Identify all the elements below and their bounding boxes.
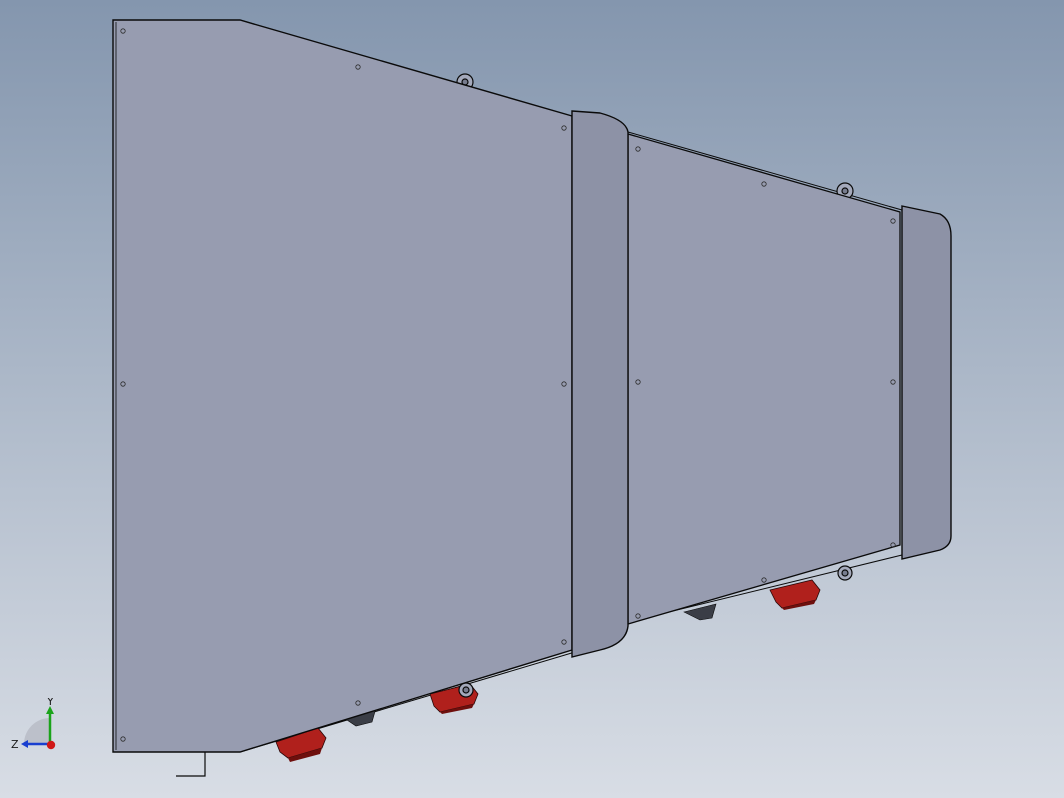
triad-z-label: Z	[11, 738, 19, 751]
hood-panel-small[interactable]	[627, 133, 901, 625]
lifting-lug-bottom-left	[458, 682, 474, 698]
model-view[interactable]	[0, 0, 1064, 798]
orientation-triad[interactable]: Y Z	[8, 698, 64, 756]
lifting-lug-bottom-right	[837, 565, 853, 581]
triad-y-label: Y	[46, 698, 54, 708]
hood-panel-large[interactable]	[112, 19, 573, 753]
cad-3d-viewport[interactable]: Y Z	[0, 0, 1064, 798]
x-axis-dot	[46, 740, 56, 750]
end-cap-strip[interactable]	[901, 205, 952, 560]
joint-strip-middle[interactable]	[571, 110, 629, 658]
